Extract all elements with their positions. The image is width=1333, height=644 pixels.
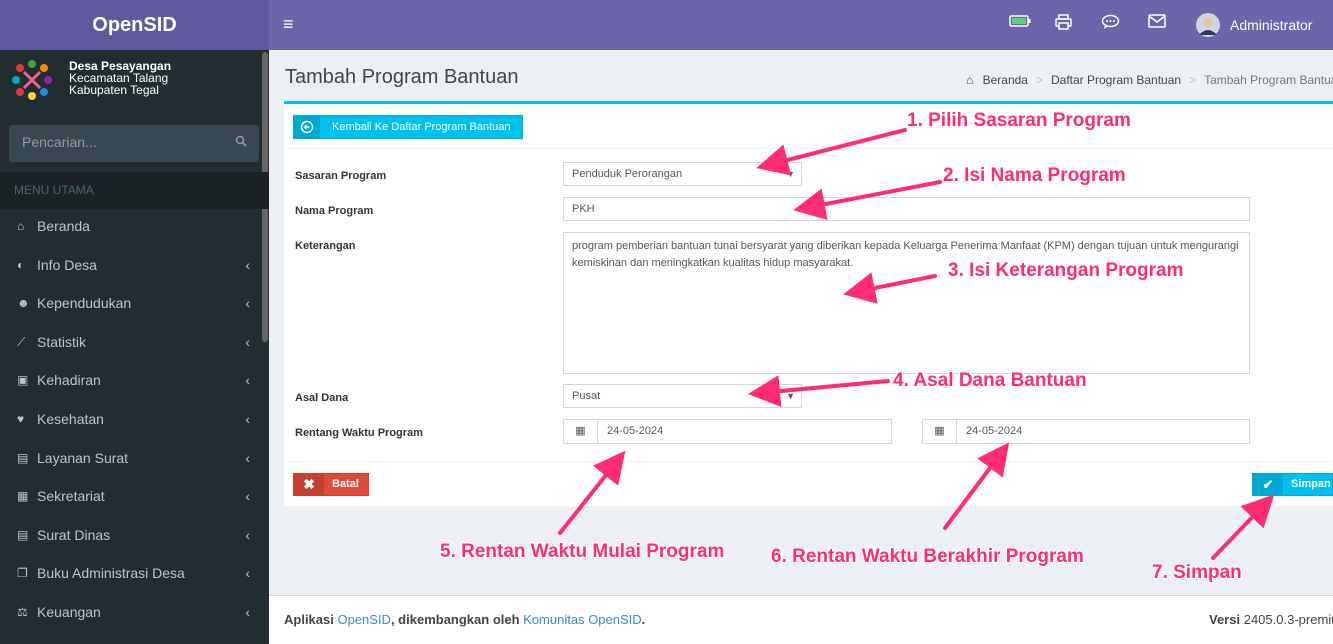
- arrow-2: [793, 180, 942, 220]
- annotation-7: 7. Simpan: [1152, 562, 1242, 583]
- footer-credit: Aplikasi OpenSID, dikembangkan oleh Komu…: [284, 612, 645, 627]
- footer: Aplikasi OpenSID, dikembangkan oleh Komu…: [269, 595, 1333, 644]
- arrow-4: [748, 375, 890, 408]
- annotation-1: 1. Pilih Sasaran Program: [907, 110, 1131, 131]
- arrow-5: [558, 450, 626, 535]
- annotation-5: 5. Rentan Waktu Mulai Program: [440, 541, 725, 562]
- annotation-4: 4. Asal Dana Bantuan: [893, 370, 1087, 391]
- opensid-link[interactable]: OpenSID: [337, 612, 390, 627]
- footer-prefix: Aplikasi: [284, 612, 338, 627]
- arrow-6: [943, 442, 1010, 530]
- footer-middle: , dikembangkan oleh: [390, 612, 524, 627]
- annotation-6: 6. Rentan Waktu Berakhir Program: [771, 546, 1084, 567]
- annotation-2: 2. Isi Nama Program: [943, 165, 1126, 186]
- community-link[interactable]: Komunitas OpenSID: [523, 612, 642, 627]
- version-value: 2405.0.3-premium: [1243, 612, 1333, 627]
- annotation-3: 3. Isi Keterangan Program: [948, 260, 1184, 281]
- footer-suffix: .: [641, 612, 646, 627]
- arrow-1: [756, 128, 907, 176]
- arrow-3: [843, 272, 937, 304]
- version-label: Versi: [1209, 612, 1241, 627]
- arrow-7: [1211, 494, 1275, 560]
- footer-version: Versi 2405.0.3-premium: [1209, 612, 1333, 627]
